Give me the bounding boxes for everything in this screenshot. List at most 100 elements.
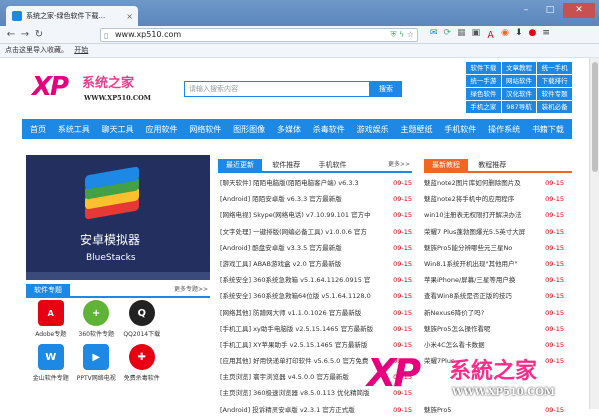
topics-more-link[interactable]: 更多专题>> (174, 284, 208, 296)
list-item[interactable]: 魅蓝note2将手机中的应用程序 09-15 (424, 191, 564, 207)
topic-item[interactable]: ▶ PPTV网络电视 (74, 344, 120, 382)
tab-recommend[interactable]: 软件推荐 (264, 159, 308, 171)
list-item-title[interactable]: [手机工具] XY苹果助手 v2.5.15.1465 官方最新版 (220, 337, 390, 353)
nav-item[interactable]: 手机软件 (444, 124, 476, 135)
scrollbar-thumb[interactable] (592, 62, 598, 172)
list-item-title[interactable]: [网络其他] 防蹭网大师 v1.1.0.1026 官方最新版 (220, 305, 390, 321)
list-item[interactable]: [游戏工具] ABAB游戏盒 v2.0 官方最新版 09-15 (220, 256, 412, 272)
list-item-title[interactable]: win10注册表无权限打开解决办法 (424, 207, 542, 223)
list-item-title[interactable]: 新Nexus6降价了吗? (424, 305, 542, 321)
nav-item[interactable]: 操作系统 (488, 124, 520, 135)
nav-item[interactable]: 杀毒软件 (313, 124, 345, 135)
nav-item[interactable]: 聊天工具 (102, 124, 134, 135)
topic-item[interactable]: ✚ 免费杀毒软件 (119, 344, 165, 382)
star-icon[interactable]: ☆ (407, 30, 414, 39)
download-icon[interactable]: ⬇ (515, 28, 523, 41)
quick-link[interactable]: 手机之家 (466, 101, 501, 113)
list-item-title[interactable]: 魅族Pro5能分辨哪些元三星No (424, 240, 542, 256)
nav-item[interactable]: 系统工具 (58, 124, 90, 135)
minimize-button[interactable]: – (515, 3, 537, 18)
list-item-title[interactable]: [Android] 陌陌安卓版 v6.3.3 官方最新版 (220, 191, 390, 207)
list-item-title[interactable]: [应用其他] 好用快递单打印软件 v5.6.5.0 官方免费 (220, 353, 390, 369)
quick-link[interactable]: 下载排行 (537, 75, 572, 87)
list-item-title[interactable]: [Android] 酷盘安卓版 v3.3.5 官方最新版 (220, 240, 390, 256)
list-item[interactable]: 魅蓝note2图片库如何删除图片及 09-15 (424, 175, 564, 191)
extension-rss-icon[interactable]: ◉ (501, 28, 509, 41)
shield-icon[interactable]: ⛨ (390, 30, 396, 39)
list-item[interactable]: [网络其他] 防蹭网大师 v1.1.0.1026 官方最新版 09-15 (220, 305, 412, 321)
promo-banner[interactable]: 安卓模拟器 BlueStacks (26, 155, 210, 280)
quick-link[interactable]: 987导航 (501, 101, 537, 113)
search-button[interactable]: 搜索 (370, 81, 402, 97)
quick-link[interactable]: 统一手机 (537, 62, 572, 74)
quick-link[interactable]: 汉化软件 (501, 88, 537, 100)
list-item-title[interactable]: 魅蓝note2图片库如何删除图片及 (424, 175, 542, 191)
back-button[interactable]: ← (4, 29, 18, 40)
forward-button[interactable]: → (18, 29, 32, 40)
list-item-title[interactable]: [Android] 投诉精灵安卓版 v2.3.1 官方正式版 (220, 402, 390, 418)
quick-link[interactable]: 文章教程 (501, 62, 537, 74)
list-item[interactable]: [网络电视] Skype(网络电话) v7.10.99.101 官方中 09-15 (220, 207, 412, 223)
topic-item[interactable]: +360软件专题 (74, 300, 120, 338)
bookmarks-start-link[interactable]: 开始 (74, 46, 88, 54)
topic-item[interactable]: Q QQ2014下载 (119, 300, 165, 338)
list-item-title[interactable]: [网络电视] Skype(网络电话) v7.10.99.101 官方中 (220, 207, 390, 223)
list-item[interactable]: [聊天软件] 陌陌电脑版(陌陌电脑客户端) v6.3.3 09-15 (220, 175, 412, 191)
quick-link[interactable]: 统一手游 (466, 75, 501, 87)
extension-box-icon[interactable]: ▣ (472, 28, 481, 41)
tab-tutorial-recommend[interactable]: 教程推荐 (470, 159, 514, 171)
list-item[interactable]: 苹果iPhone/屏幕/三星等用户换 09-15 (424, 272, 564, 288)
list-item-title[interactable]: 魅蓝note2将手机中的应用程序 (424, 191, 542, 207)
extension-grid-icon[interactable]: ▦ (457, 28, 466, 41)
extension-sync-icon[interactable]: ⟳ (444, 28, 452, 41)
list-item[interactable]: [Android] 陌陌安卓版 v6.3.3 官方最新版 09-15 (220, 191, 412, 207)
topics-title[interactable]: 软件专题 (26, 284, 70, 296)
list-item[interactable]: [系统安全] 360系统急救箱 v5.1.64.1126.0915 官 09-15 (220, 272, 412, 288)
list-item-title[interactable]: [主页浏览] 寰宇浏览器 v4.5.0.0 官方最新版 (220, 369, 390, 385)
list-item-title[interactable]: [系统安全] 360系统急救箱64位版 v5.1.64.1128.0 (220, 288, 390, 304)
list-item[interactable]: [文字处理] 一键排版(网编必备工具) v1.0.0.6 官方 09-15 (220, 224, 412, 240)
nav-item[interactable]: 应用软件 (145, 124, 177, 135)
list-item[interactable]: [系统安全] 360系统急救箱64位版 v5.1.64.1128.0 09-15 (220, 288, 412, 304)
list-item[interactable]: Win8.1系统开机出现"其他用户" 09-15 (424, 256, 564, 272)
nav-item[interactable]: 主题壁纸 (400, 124, 432, 135)
browser-tab[interactable]: 系统之家-绿色软件下载... × (6, 6, 138, 26)
reload-button[interactable]: ↻ (32, 29, 46, 40)
extension-a-icon[interactable]: Ａ (486, 28, 495, 41)
quick-link[interactable]: 网站软件 (501, 75, 537, 87)
tab-mobile[interactable]: 手机软件 (310, 159, 354, 171)
list-item-title[interactable]: 苹果iPhone/屏幕/三星等用户换 (424, 272, 542, 288)
quick-link[interactable]: 绿色软件 (466, 88, 501, 100)
address-input[interactable]: ▯ www.xp510.com ⛨ ϟ ☆ (100, 28, 418, 42)
nav-item[interactable]: 游戏娱乐 (357, 124, 389, 135)
tab-latest[interactable]: 最近更新 (218, 159, 262, 171)
tab-close-icon[interactable]: × (126, 12, 133, 21)
extension-red-icon[interactable]: ● (529, 28, 537, 41)
nav-item[interactable]: 书籍下载 (532, 124, 564, 135)
list-item-title[interactable]: [游戏工具] ABAB游戏盒 v2.0 官方最新版 (220, 256, 390, 272)
search-input[interactable]: 请输入搜索内容 (184, 81, 370, 97)
quick-link[interactable]: 软件下载 (466, 62, 501, 74)
window-close-button[interactable]: ✕ (563, 3, 595, 18)
list-item-title[interactable]: Win8.1系统开机出现"其他用户" (424, 256, 542, 272)
list-item-title[interactable]: 查看Win8系统是否正版的技巧 (424, 288, 542, 304)
list-item-title[interactable]: [文字处理] 一键排版(网编必备工具) v1.0.0.6 官方 (220, 224, 390, 240)
nav-item[interactable]: 图形图像 (233, 124, 265, 135)
bolt-icon[interactable]: ϟ (399, 30, 404, 39)
banner-pager[interactable] (26, 272, 210, 280)
list-item[interactable]: 新Nexus6降价了吗? 09-15 (424, 305, 564, 321)
list-item[interactable]: [Android] 酷盘安卓版 v3.3.5 官方最新版 09-15 (220, 240, 412, 256)
quick-link[interactable]: 软件专题 (537, 88, 572, 100)
latest-more-link[interactable]: 更多>> (388, 159, 410, 171)
list-item[interactable]: 荣耀7 Plus蓬勃图爆光5.5英寸大屏 09-15 (424, 224, 564, 240)
list-item-title[interactable]: [聊天软件] 陌陌电脑版(陌陌电脑客户端) v6.3.3 (220, 175, 390, 191)
quick-link[interactable]: 装机必备 (537, 101, 572, 113)
extension-mail-icon[interactable]: ✉ (430, 28, 438, 41)
topic-item[interactable]: W 金山软件专题 (28, 344, 74, 382)
list-item-title[interactable]: [系统安全] 360系统急救箱 v5.1.64.1126.0915 官 (220, 272, 390, 288)
tab-latest-tutorials[interactable]: 最新教程 (424, 159, 468, 171)
list-item-title[interactable]: 荣耀7 Plus蓬勃图爆光5.5英寸大屏 (424, 224, 542, 240)
list-item[interactable]: 魅族Pro5能分辨哪些元三星No 09-15 (424, 240, 564, 256)
list-item[interactable]: 魅族Pro5怎么操作看呢 09-15 (424, 321, 564, 337)
list-item[interactable]: [手机工具] xy助手电脑版 v2.5.15.1465 官方最新版 09-15 (220, 321, 412, 337)
